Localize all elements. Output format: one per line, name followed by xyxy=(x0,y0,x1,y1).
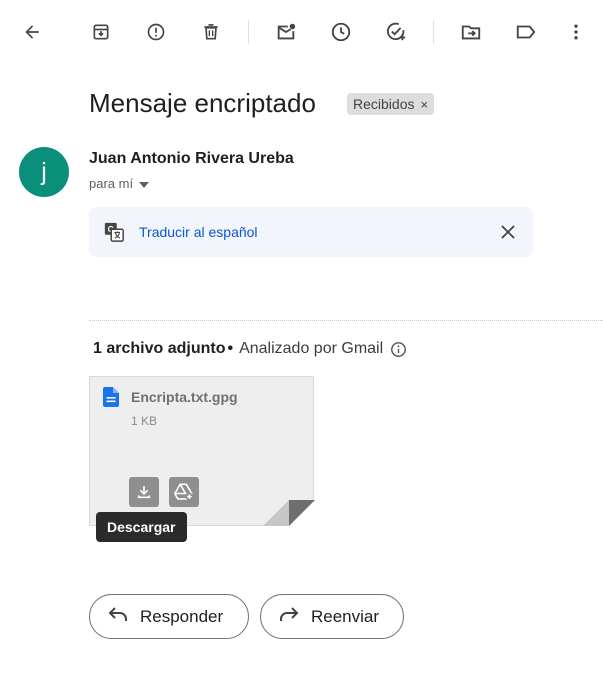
scan-label: Analizado por Gmail xyxy=(239,340,384,357)
report-spam-icon[interactable] xyxy=(136,12,176,52)
reply-button[interactable]: Responder xyxy=(89,594,249,639)
attachment-filename: Encripta.txt.gpg xyxy=(131,389,238,405)
toolbar-divider xyxy=(433,20,434,44)
toolbar-divider xyxy=(248,20,249,44)
label-icon[interactable] xyxy=(506,12,546,52)
add-task-icon[interactable] xyxy=(376,12,416,52)
reply-icon xyxy=(108,606,128,627)
reply-label: Responder xyxy=(140,606,224,626)
attachments-header: 1 archivo adjunto • Analizado por Gmail xyxy=(93,340,407,358)
attachment-size: 1 KB xyxy=(131,414,158,428)
back-arrow-icon[interactable] xyxy=(12,12,52,52)
info-icon[interactable] xyxy=(390,341,407,358)
translate-bar: G Traducir al español xyxy=(89,207,533,257)
translate-link[interactable]: Traducir al español xyxy=(139,224,258,240)
recipient-details[interactable]: para mí xyxy=(89,176,150,191)
add-to-drive-icon xyxy=(174,483,194,501)
close-icon[interactable] xyxy=(499,223,517,241)
dropdown-arrow-icon[interactable] xyxy=(139,176,150,191)
more-vert-icon[interactable] xyxy=(556,12,596,52)
recipient-label: para mí xyxy=(89,176,134,191)
attachments-count: 1 archivo adjunto xyxy=(93,340,226,357)
add-to-drive-button[interactable] xyxy=(169,477,199,507)
file-icon xyxy=(103,387,119,407)
delete-icon[interactable] xyxy=(191,12,231,52)
page-fold-icon xyxy=(263,500,315,526)
mark-unread-icon[interactable] xyxy=(266,12,306,52)
label-chip-inbox[interactable]: Recibidos × xyxy=(347,93,435,115)
forward-label: Reenviar xyxy=(311,606,380,626)
move-to-icon[interactable] xyxy=(451,12,491,52)
remove-label-icon[interactable]: × xyxy=(420,97,428,112)
download-tooltip: Descargar xyxy=(96,512,187,542)
avatar[interactable]: j xyxy=(19,147,69,197)
email-subject: Mensaje encriptado xyxy=(89,88,316,118)
attachments-separator: • xyxy=(227,340,234,357)
download-icon xyxy=(137,486,151,499)
label-chip-text: Recibidos xyxy=(353,96,415,112)
divider xyxy=(89,320,603,321)
forward-icon xyxy=(279,606,299,627)
sender-name[interactable]: Juan Antonio Rivera Ureba xyxy=(89,150,294,168)
forward-button[interactable]: Reenviar xyxy=(260,594,404,639)
snooze-icon[interactable] xyxy=(321,12,361,52)
download-button[interactable] xyxy=(129,477,159,507)
translate-icon: G xyxy=(103,221,125,243)
archive-icon[interactable] xyxy=(81,12,121,52)
attachment-card[interactable]: Encripta.txt.gpg 1 KB xyxy=(89,376,315,526)
